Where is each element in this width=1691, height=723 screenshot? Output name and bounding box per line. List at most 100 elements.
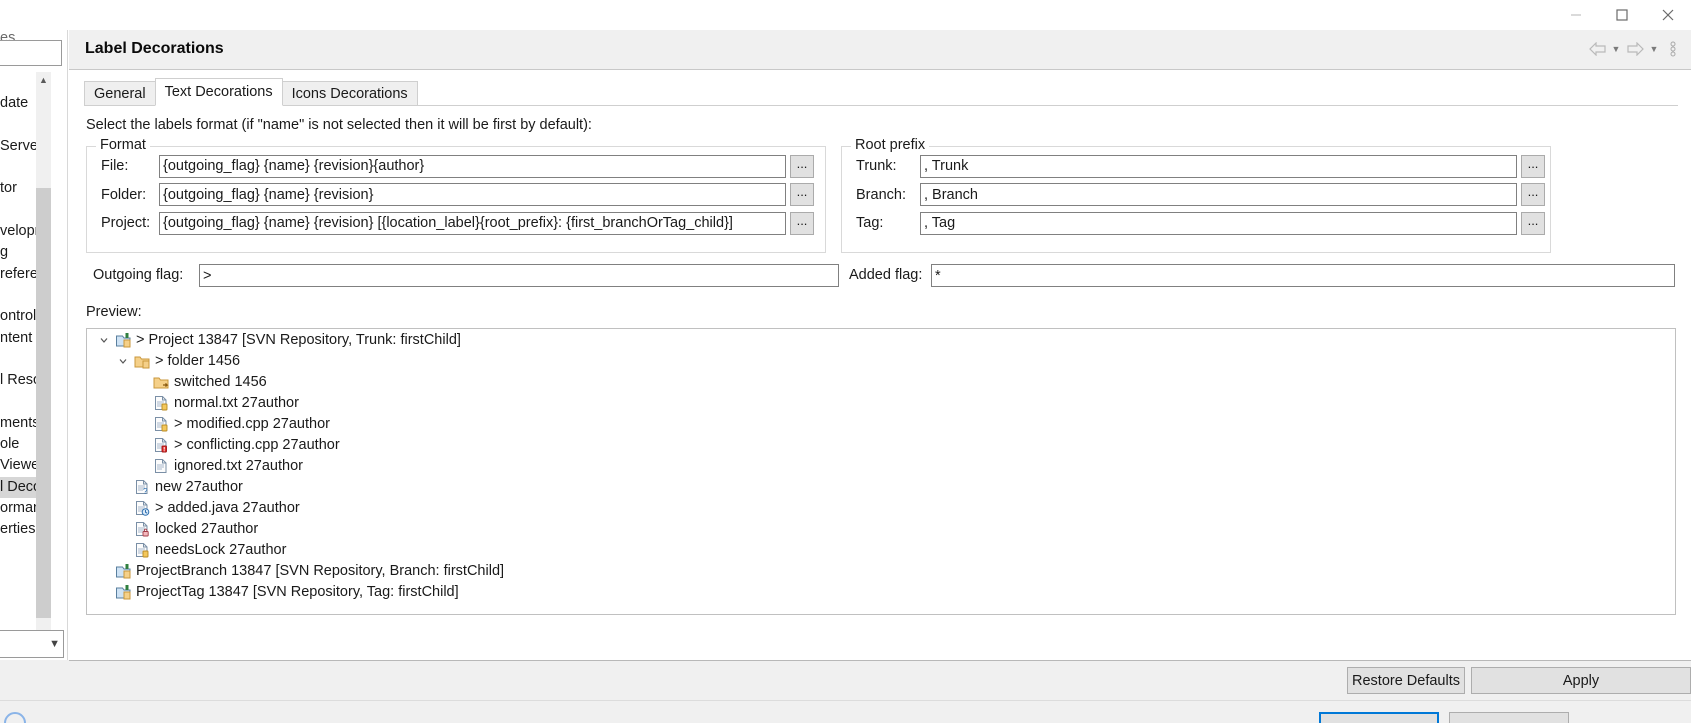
close-icon[interactable] [1645, 0, 1691, 30]
field-input[interactable]: , Trunk [920, 154, 1517, 178]
added-flag-label: Added flag: [849, 267, 923, 283]
chevron-down-icon: ▼ [49, 638, 60, 650]
preview-tree-row[interactable]: ? new 27author [87, 476, 1675, 497]
forward-arrow-icon[interactable] [1625, 38, 1645, 60]
field-input[interactable]: , Branch [920, 183, 1517, 206]
field-input[interactable]: {outgoing_flag} {name} {revision}{author… [159, 154, 786, 178]
field-input[interactable]: , Tag [920, 211, 1517, 235]
format-group: Format File: {outgoing_flag} {name} {revi… [86, 137, 826, 253]
file-new-icon: ? [132, 479, 152, 495]
back-arrow-icon[interactable] [1587, 38, 1607, 60]
browse-button[interactable]: ... [1521, 211, 1545, 235]
label-decorations-page: Label Decorations ▼ ▼ General Text Decor… [69, 30, 1691, 660]
dialog-ok-button[interactable] [1319, 712, 1439, 723]
folder-versioned-icon [132, 353, 152, 369]
preview-tree-label: > modified.cpp 27author [174, 415, 330, 432]
preview-label: Preview: [86, 304, 142, 320]
project-repository-icon [113, 584, 133, 600]
preferences-tree-panel: es ct date Servertorvelopmgreferenontrol… [0, 30, 68, 660]
preview-tree-label: > Project 13847 [SVN Repository, Trunk: … [136, 331, 461, 348]
page-title: Label Decorations [85, 40, 224, 57]
scroll-up-icon[interactable]: ▲ [36, 72, 51, 88]
file-locked-icon [132, 521, 152, 537]
preview-tree-row[interactable]: needsLock 27author [87, 539, 1675, 560]
folder-switched-icon [151, 374, 171, 390]
preview-tree-label: > folder 1456 [155, 352, 241, 369]
preferences-window: es ct date Servertorvelopmgreferenontrol… [0, 0, 1691, 723]
maximize-icon[interactable] [1599, 0, 1645, 30]
tab-strip[interactable]: General Text Decorations Icons Decorations [84, 78, 418, 106]
tab-icons-decorations[interactable]: Icons Decorations [281, 81, 418, 106]
preview-tree-row[interactable]: > conflicting.cpp 27author [87, 434, 1675, 455]
page-header: Label Decorations ▼ ▼ [69, 30, 1691, 70]
file-conflicting-icon [151, 437, 171, 453]
field-label: Folder: [101, 186, 147, 203]
preview-tree-label: > added.java 27author [155, 499, 300, 516]
preview-tree-label: > conflicting.cpp 27author [174, 436, 340, 453]
field-input[interactable]: {outgoing_flag} {name} {revision} [{loca… [159, 211, 786, 235]
preview-tree-row[interactable]: > Project 13847 [SVN Repository, Trunk: … [87, 329, 1675, 350]
back-dropdown-icon[interactable]: ▼ [1609, 38, 1623, 60]
forward-dropdown-icon[interactable]: ▼ [1647, 38, 1661, 60]
preview-tree-row[interactable]: > modified.cpp 27author [87, 413, 1675, 434]
field-label: Trunk: [856, 158, 897, 174]
file-modified-icon [151, 416, 171, 432]
preview-tree-row[interactable]: ProjectBranch 13847 [SVN Repository, Bra… [87, 560, 1675, 581]
filter-input[interactable]: ct [0, 40, 62, 66]
project-repository-icon [113, 332, 133, 348]
field-label: Branch: [856, 186, 906, 203]
outgoing-flag-input[interactable]: > [199, 264, 839, 287]
file-ignored-icon [151, 458, 171, 474]
web-combo[interactable]: Web I ▼ [0, 630, 64, 658]
dialog-cancel-button[interactable] [1449, 712, 1569, 723]
browse-button[interactable]: ... [790, 183, 814, 206]
tree-scrollbar[interactable]: ▲ [36, 72, 51, 632]
flags-row: Outgoing flag: > Added flag: * [86, 264, 1676, 288]
browse-button[interactable]: ... [790, 154, 814, 178]
preview-tree-label: locked 27author [155, 520, 259, 537]
chevron-down-icon[interactable] [114, 356, 132, 366]
preview-tree-label: needsLock 27author [155, 541, 287, 558]
added-flag-input[interactable]: * [931, 264, 1675, 287]
tab-label: Icons Decorations [291, 86, 408, 102]
preview-tree-row[interactable]: locked 27author [87, 518, 1675, 539]
root-prefix-group: Root prefix Trunk: , Trunk... Branch: , Bra… [841, 137, 1551, 253]
preview-tree-row[interactable]: ignored.txt 27author [87, 455, 1675, 476]
scrollbar-thumb[interactable] [36, 188, 51, 618]
field-label: File: [101, 158, 129, 174]
preview-tree-row[interactable]: > added.java 27author [87, 497, 1675, 518]
window-controls [1553, 0, 1691, 30]
tab-label: Text Decorations [164, 84, 273, 100]
tab-text-decorations[interactable]: Text Decorations [154, 78, 283, 106]
outgoing-flag-label: Outgoing flag: [93, 267, 184, 283]
text-decorations-tab-panel: Select the labels format (if "name" is n… [84, 105, 1678, 615]
minimize-icon[interactable] [1553, 0, 1599, 30]
preview-tree-label: ProjectBranch 13847 [SVN Repository, Bra… [136, 562, 505, 579]
browse-button[interactable]: ... [1521, 154, 1545, 178]
preview-tree-row[interactable]: switched 1456 [87, 371, 1675, 392]
preview-tree-label: switched 1456 [174, 373, 267, 390]
field-label: Tag: [856, 215, 884, 231]
root-prefix-group-legend: Root prefix [851, 137, 930, 153]
page-header-toolbar: ▼ ▼ [1587, 38, 1683, 60]
field-label: Project: [101, 215, 151, 231]
window-titlebar [0, 0, 1691, 30]
project-repository-icon [113, 563, 133, 579]
apply-button[interactable]: Apply [1471, 667, 1691, 694]
format-group-legend: Format [96, 137, 150, 153]
file-added-icon [132, 500, 152, 516]
restore-defaults-button[interactable]: Restore Defaults [1347, 667, 1465, 694]
dialog-footer [0, 700, 1691, 723]
tab-general[interactable]: General [84, 81, 156, 106]
browse-button[interactable]: ... [1521, 183, 1545, 206]
preview-tree-label: normal.txt 27author [174, 394, 299, 411]
chevron-down-icon[interactable] [95, 335, 113, 345]
preview-tree[interactable]: > Project 13847 [SVN Repository, Trunk: … [86, 328, 1676, 615]
preview-tree-row[interactable]: normal.txt 27author [87, 392, 1675, 413]
view-menu-icon[interactable] [1663, 38, 1683, 60]
preview-tree-row[interactable]: > folder 1456 [87, 350, 1675, 371]
file-normal-icon [151, 395, 171, 411]
field-input[interactable]: {outgoing_flag} {name} {revision} [159, 183, 786, 206]
browse-button[interactable]: ... [790, 211, 814, 235]
preview-tree-row[interactable]: ProjectTag 13847 [SVN Repository, Tag: f… [87, 581, 1675, 602]
